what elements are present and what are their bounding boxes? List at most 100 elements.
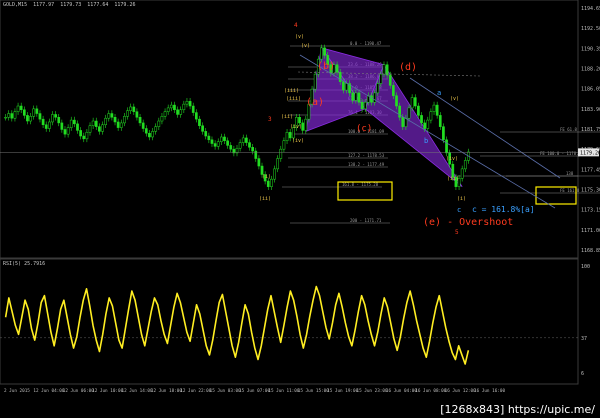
- candle-body: [126, 110, 129, 117]
- candle-body: [16, 105, 20, 112]
- candle-body: [166, 107, 170, 112]
- candle-body: [101, 124, 104, 132]
- candle-body: [404, 117, 408, 127]
- wave-number-4: 4: [294, 22, 298, 29]
- candle-body: [426, 119, 430, 129]
- candle-body: [54, 114, 57, 118]
- candle-body: [123, 116, 126, 124]
- candle-body: [395, 95, 398, 107]
- candle-body: [388, 74, 392, 86]
- candle-body: [157, 120, 161, 127]
- candle-body: [313, 73, 317, 90]
- roman-wave-label: (ii): [281, 114, 293, 120]
- candle-body: [151, 131, 154, 138]
- candle-body: [360, 102, 364, 110]
- candle-body: [392, 85, 395, 96]
- candle-body: [51, 114, 54, 123]
- candle-body: [220, 136, 223, 142]
- candle-body: [282, 140, 286, 150]
- roman-wave-label: (iv): [292, 138, 304, 144]
- candle-body: [194, 112, 198, 120]
- candle-body: [320, 47, 323, 60]
- candle-body: [432, 104, 436, 112]
- fib-label: FE 100.0 - 1178.69: [540, 151, 584, 156]
- price-tick-label: 1192.50: [581, 26, 600, 32]
- candle-body: [129, 106, 133, 111]
- fib-label: 161.8 - 1175.28: [342, 182, 379, 187]
- time-tick-label: 15 Jun 15:00: [298, 388, 329, 394]
- candle-body: [257, 158, 261, 167]
- fib-extension-label: c = 161.8%[a]: [472, 205, 535, 214]
- price-tick-label: 1168.85: [581, 248, 600, 254]
- candle-body: [160, 116, 164, 122]
- time-axis: 2 Jun 2015 12 Jun 04:0012 Jun 06:0012 Jun…: [4, 388, 505, 394]
- wave-label-c-blue: c: [457, 206, 461, 214]
- fib-label: 200 - 1171.71: [350, 218, 382, 223]
- time-tick-label: 2 Jun 2015: [4, 388, 30, 394]
- wave-label-a-blue: a: [437, 89, 441, 97]
- candle-body: [407, 107, 411, 119]
- roman-wave-label: (v): [295, 34, 304, 40]
- candle-body: [182, 103, 186, 111]
- candle-body: [82, 135, 86, 140]
- watermark: [1268x843] https://upic.me/: [437, 402, 598, 417]
- rsi-axis: 100 37 6: [581, 264, 590, 377]
- candle-body: [201, 125, 204, 132]
- roman-wave-label: (iii): [286, 96, 301, 102]
- candle-body: [191, 105, 195, 113]
- candle-body: [266, 180, 270, 187]
- current-price-label: 1179.26: [580, 150, 600, 156]
- candle-body: [141, 122, 145, 129]
- candle-body: [335, 64, 339, 73]
- candle-body: [438, 115, 442, 127]
- candle-body: [276, 158, 280, 170]
- roman-wave-label: (ii): [447, 176, 459, 182]
- roman-wave-label: (iv): [290, 124, 302, 130]
- fib-label: FE 61.8: [560, 127, 577, 132]
- time-tick-label: 16 Jun 04:00: [386, 388, 417, 394]
- wave-label-c: (c): [356, 124, 372, 134]
- candle-body: [13, 111, 17, 119]
- time-tick-label: 15 Jun 07:00: [239, 388, 270, 394]
- candle-body: [169, 104, 173, 109]
- fib-label: 0.0 - 1190.47: [350, 41, 382, 46]
- candle-body: [216, 141, 220, 147]
- candle-body: [73, 119, 76, 125]
- price-tick-label: 1186.05: [581, 87, 600, 93]
- candle-body: [363, 102, 367, 110]
- candle-body: [270, 178, 273, 187]
- rsi-tick-label: 100: [581, 264, 590, 270]
- chart-canvas[interactable]: 0.0 - 1190.4723.6 - 1188.2638.2 - 1186.8…: [0, 0, 600, 418]
- candle-body: [417, 105, 420, 116]
- candle-body: [76, 123, 79, 131]
- candle-body: [382, 64, 386, 75]
- candle-body: [226, 140, 229, 146]
- candle-body: [429, 111, 433, 121]
- candle-body: [213, 143, 217, 147]
- candle-body: [179, 109, 183, 115]
- candle-body: [370, 95, 373, 103]
- price-tick-label: 1177.45: [581, 167, 600, 173]
- wave-number-5: 5: [455, 229, 459, 236]
- candle-body: [413, 97, 417, 107]
- roman-wave-label: (v): [450, 96, 459, 102]
- candle-body: [379, 73, 383, 84]
- candle-body: [442, 126, 445, 141]
- roman-wave-label: (ii): [259, 196, 271, 202]
- rsi-tick-label: 6: [581, 371, 584, 377]
- candle-body: [298, 117, 301, 124]
- candle-body: [435, 104, 439, 116]
- candle-body: [116, 121, 120, 128]
- candle-body: [32, 108, 36, 117]
- candle-body: [10, 113, 14, 119]
- candle-body: [345, 83, 348, 91]
- candle-body: [154, 126, 158, 132]
- time-tick-label: 15 Jun 03:00: [210, 388, 241, 394]
- roman-wave-label: (iv): [446, 156, 458, 162]
- price-tick-label: 1173.15: [581, 208, 600, 214]
- candle-body: [341, 81, 345, 91]
- candle-body: [144, 128, 148, 134]
- candle-body: [401, 117, 405, 127]
- candle-body: [463, 160, 467, 170]
- candle-body: [19, 105, 23, 111]
